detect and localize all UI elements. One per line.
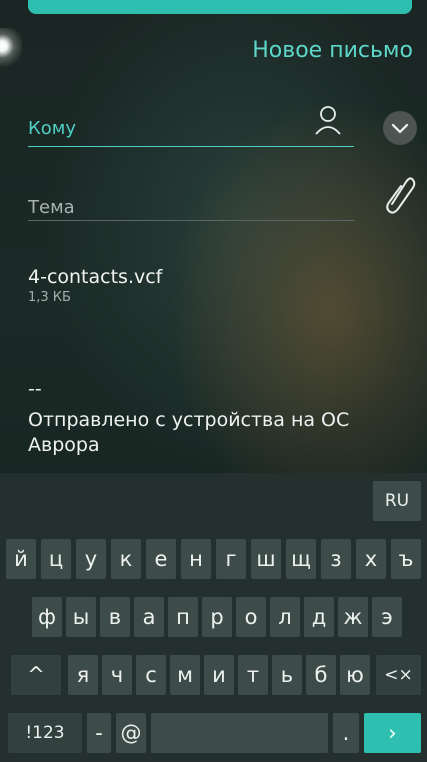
key[interactable]: й — [6, 539, 36, 579]
attachment-size: 1,3 КБ — [28, 290, 71, 305]
key[interactable]: ц — [41, 539, 71, 579]
key[interactable]: з — [321, 539, 351, 579]
symbols-key[interactable]: !123 — [8, 713, 82, 753]
key[interactable]: в — [100, 597, 130, 637]
key[interactable]: ъ — [391, 539, 421, 579]
top-status-bar — [28, 0, 412, 14]
backspace-key[interactable]: <× — [376, 655, 421, 695]
attachment-name[interactable]: 4-contacts.vcf — [28, 266, 162, 288]
key[interactable]: б — [306, 655, 336, 695]
key[interactable]: а — [134, 597, 164, 637]
key[interactable]: к — [111, 539, 141, 579]
key[interactable]: н — [181, 539, 211, 579]
key[interactable]: я — [68, 655, 98, 695]
space-key[interactable] — [151, 713, 328, 753]
enter-key[interactable]: › — [364, 713, 421, 753]
signature-text[interactable]: Отправлено с устройства на ОС Аврора — [28, 408, 388, 458]
key[interactable]: д — [304, 597, 334, 637]
key[interactable]: о — [236, 597, 266, 637]
key[interactable]: р — [202, 597, 232, 637]
language-key[interactable]: RU — [373, 481, 421, 521]
key[interactable]: ч — [102, 655, 132, 695]
key[interactable]: ж — [338, 597, 368, 637]
subject-field-label: Тема — [28, 197, 75, 218]
subject-field[interactable]: Тема — [28, 192, 354, 221]
recipient-field[interactable]: Кому — [28, 106, 354, 147]
key[interactable]: ш — [251, 539, 281, 579]
key[interactable]: т — [238, 655, 268, 695]
key[interactable]: щ — [286, 539, 316, 579]
dash-key[interactable]: - — [87, 713, 111, 753]
contact-picker-icon[interactable] — [314, 104, 342, 138]
recipient-field-label: Кому — [28, 118, 77, 139]
key[interactable]: ы — [66, 597, 96, 637]
key[interactable]: м — [170, 655, 200, 695]
chevron-down-icon — [391, 123, 409, 134]
paperclip-icon[interactable] — [382, 174, 416, 214]
at-key[interactable]: @ — [116, 713, 146, 753]
key[interactable]: с — [136, 655, 166, 695]
key[interactable]: ю — [340, 655, 370, 695]
key[interactable]: л — [270, 597, 300, 637]
virtual-keyboard: RU й ц у к е н г ш щ з х ъ ф ы в а п р о… — [0, 473, 427, 762]
key[interactable]: у — [76, 539, 106, 579]
signature-separator: -- — [28, 378, 42, 400]
key[interactable]: г — [216, 539, 246, 579]
key[interactable]: х — [356, 539, 386, 579]
pulley-indicator-glow — [0, 28, 22, 68]
dot-key[interactable]: . — [333, 713, 359, 753]
key[interactable]: э — [372, 597, 402, 637]
key[interactable]: ь — [272, 655, 302, 695]
key[interactable]: п — [168, 597, 198, 637]
expand-fields-button[interactable] — [383, 111, 417, 145]
key[interactable]: е — [146, 539, 176, 579]
shift-key[interactable]: ^ — [11, 655, 61, 695]
key[interactable]: и — [204, 655, 234, 695]
key[interactable]: ф — [32, 597, 62, 637]
page-title: Новое письмо — [252, 38, 413, 63]
